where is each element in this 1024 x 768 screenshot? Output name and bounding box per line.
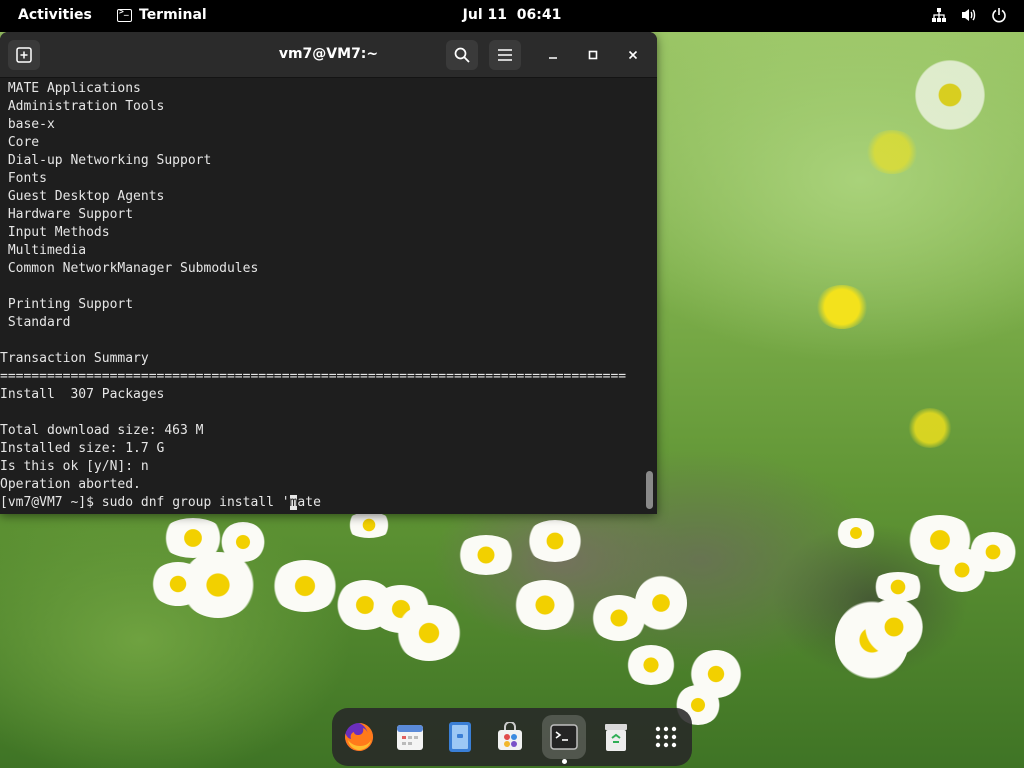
terminal-line: Multimedia (0, 243, 87, 258)
daisy (625, 645, 677, 685)
power-icon (990, 6, 1008, 24)
minimize-icon (549, 57, 557, 59)
terminal-line: Total download size: 463 M (0, 423, 204, 438)
daisy (835, 518, 877, 548)
dock-item-app-grid[interactable] (644, 715, 688, 759)
window-titlebar[interactable]: vm7@VM7:~ (0, 32, 657, 78)
daisy (220, 522, 266, 562)
running-indicator (562, 759, 567, 764)
dock-item-terminal[interactable] (542, 715, 586, 764)
terminal-line: Printing Support (0, 297, 134, 312)
search-icon (454, 47, 470, 63)
app-menu-button[interactable]: Terminal (117, 7, 207, 23)
shell-prompt: [vm7@VM7 ~]$ (0, 495, 102, 510)
daisy (345, 512, 393, 538)
volume-icon (960, 6, 978, 24)
command-text: sudo dnf group install ' (101, 495, 290, 510)
terminal-line: Common NetworkManager Submodules (0, 261, 259, 276)
daisy (915, 60, 985, 130)
terminal-line: Core (0, 135, 40, 150)
clock-date: Jul 11 (462, 7, 507, 23)
terminal-line: Installed size: 1.7 G (0, 441, 165, 456)
scrollbar-thumb[interactable] (646, 471, 653, 509)
yellow-flower (815, 285, 869, 329)
terminal-scrollbar[interactable] (642, 79, 657, 514)
daisy (870, 572, 926, 602)
search-button[interactable] (446, 40, 478, 70)
yellow-flower (865, 130, 919, 174)
terminal-icon (550, 724, 578, 750)
terminal-icon (117, 7, 132, 22)
software-icon (498, 722, 522, 750)
calendar-icon (397, 725, 423, 750)
terminal-line: Operation aborted. (0, 477, 141, 492)
minimize-button[interactable] (537, 40, 569, 70)
terminal-line: Standard (0, 315, 71, 330)
files-icon (449, 722, 471, 752)
clock-button[interactable]: Jul 11 06:41 (463, 7, 562, 23)
terminal-prompt-line[interactable]: [vm7@VM7 ~]$ sudo dnf group install 'mat… (0, 494, 642, 512)
close-button[interactable] (617, 40, 649, 70)
clock-time: 06:41 (516, 7, 562, 23)
terminal-line: ========================================… (0, 369, 627, 384)
close-icon (628, 50, 638, 60)
system-menu-button[interactable] (930, 6, 1008, 24)
dock-item-software[interactable] (488, 715, 532, 759)
terminal-line: Dial-up Networking Support (0, 153, 212, 168)
hamburger-menu-icon (498, 49, 512, 61)
app-menu-label: Terminal (139, 7, 207, 23)
terminal-line: Administration Tools (0, 99, 165, 114)
dock-item-files[interactable] (438, 715, 482, 759)
terminal-line: Transaction Summary (0, 351, 149, 366)
terminal-line: Is this ok [y/N]: n (0, 459, 149, 474)
menu-button[interactable] (489, 40, 521, 70)
maximize-icon (588, 50, 598, 60)
daisy (525, 520, 585, 562)
new-tab-button[interactable] (8, 40, 40, 70)
terminal-line: base-x (0, 117, 55, 132)
daisy (938, 548, 986, 592)
daisy (865, 598, 923, 656)
dock-item-firefox[interactable] (337, 715, 381, 759)
terminal-line: Install 307 Packages (0, 387, 165, 402)
command-text-after-cursor: ate (297, 495, 321, 510)
daisy (455, 535, 517, 575)
dock (332, 708, 692, 766)
maximize-button[interactable] (577, 40, 609, 70)
new-tab-icon (16, 47, 32, 63)
terminal-line: Hardware Support (0, 207, 134, 222)
daisy (512, 580, 578, 630)
terminal-window: vm7@VM7:~ MATE Applications Administrati… (0, 32, 657, 514)
dock-item-trash[interactable] (594, 715, 638, 759)
yellow-flower (908, 408, 952, 448)
firefox-icon (345, 722, 374, 751)
top-bar: Activities Terminal Jul 11 06:41 (0, 0, 1024, 32)
daisy (395, 605, 463, 661)
daisy (270, 560, 340, 612)
activities-button[interactable]: Activities (18, 7, 92, 23)
app-grid-icon (655, 726, 677, 748)
terminal-line: Fonts (0, 171, 47, 186)
dock-item-calendar[interactable] (388, 715, 432, 759)
terminal-output[interactable]: MATE Applications Administration Tools b… (0, 79, 642, 514)
terminal-line: Guest Desktop Agents (0, 189, 165, 204)
network-icon (930, 6, 948, 24)
daisy (150, 562, 206, 606)
trash-icon (605, 724, 627, 751)
daisy (635, 575, 687, 631)
terminal-line: MATE Applications (0, 81, 141, 96)
terminal-line: Input Methods (0, 225, 110, 240)
